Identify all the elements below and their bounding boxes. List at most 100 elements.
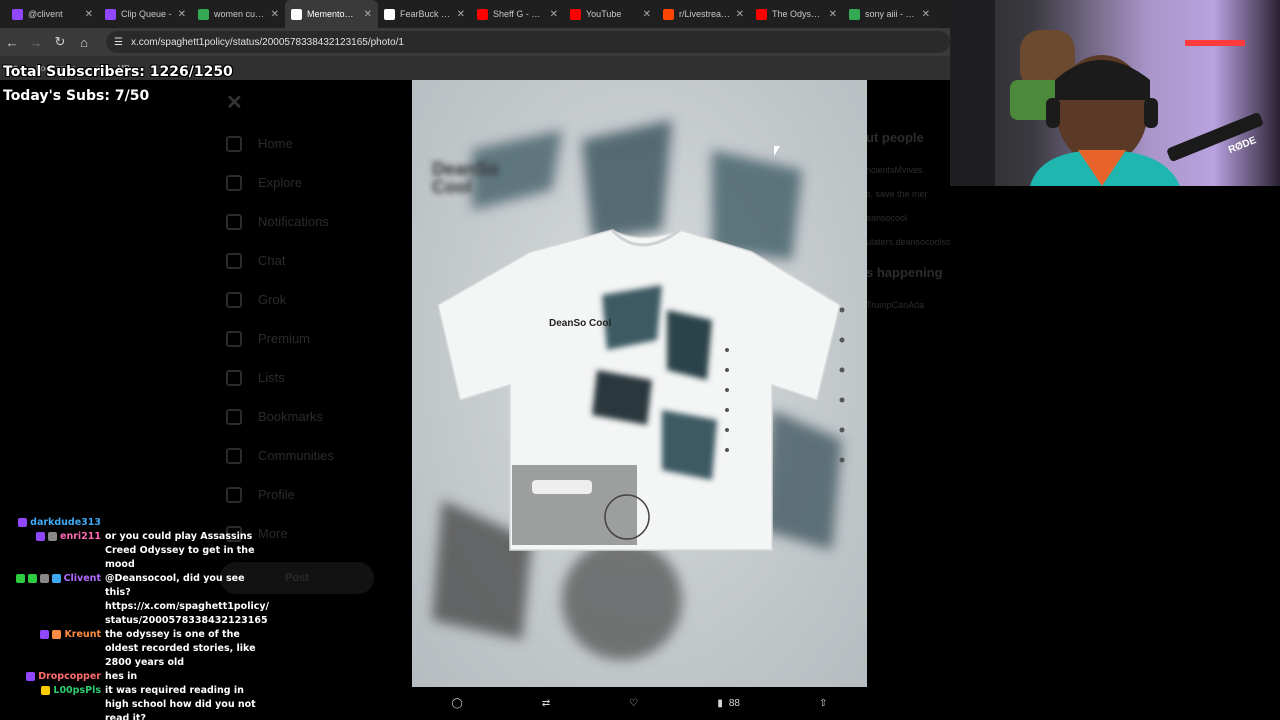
- x-nav-item-communities[interactable]: Communities: [226, 436, 334, 475]
- tab-close-icon[interactable]: ✕: [643, 9, 651, 20]
- chat-text: or you could play Assassins Creed Odysse…: [105, 531, 255, 570]
- tab-close-icon[interactable]: ✕: [178, 9, 186, 20]
- tab-title: FearBuck (@f: [400, 9, 452, 19]
- tab-favicon-icon: [570, 8, 581, 20]
- x-nav-label: Chat: [258, 253, 286, 268]
- svg-text:DeanSo: DeanSo: [432, 159, 499, 179]
- site-info-icon[interactable]: ☰: [114, 37, 123, 48]
- tab-close-icon[interactable]: ✕: [736, 9, 744, 20]
- x-nav-item-explore[interactable]: Explore: [226, 163, 334, 202]
- x-nav-label: Bookmarks: [258, 409, 324, 424]
- communities-icon: [226, 447, 242, 464]
- tab-favicon-icon: [12, 8, 23, 20]
- chat-badge-icon: [18, 518, 28, 527]
- chat-overlay: darkdude313 enri211 or you could play Assa…: [0, 516, 280, 720]
- chat-badge-icon: [36, 532, 46, 541]
- x-nav-item-lists[interactable]: Lists: [226, 358, 334, 397]
- chart-icon: ▮: [717, 697, 723, 709]
- chat-text: [105, 516, 280, 530]
- chat-username[interactable]: darkdude313: [30, 516, 101, 530]
- browser-tab[interactable]: Clip Queue - ✕: [99, 0, 192, 28]
- repost-icon: ⇄: [541, 697, 551, 709]
- x-nav-item-premium[interactable]: Premium: [226, 319, 334, 358]
- tab-favicon-icon: [198, 8, 209, 20]
- x-nav-item-bookmarks[interactable]: Bookmarks: [226, 397, 334, 436]
- chat-badge-icon: [15, 574, 25, 583]
- chat-username[interactable]: Dropcopper: [38, 670, 101, 684]
- whats-happening-heading: s happening: [866, 265, 943, 280]
- browser-tab[interactable]: FearBuck (@f ✕: [378, 0, 471, 28]
- chat-username[interactable]: Clivent: [64, 572, 101, 586]
- browser-tab[interactable]: sony aiii - Go ✕: [843, 0, 936, 28]
- tab-close-icon[interactable]: ✕: [550, 9, 558, 20]
- tab-title: YouTube: [586, 9, 622, 19]
- shirt-brand-text: DeanSo Cool: [549, 318, 611, 329]
- right-column-line: s, save the mer: [866, 189, 928, 199]
- chat-badge-icon: [41, 686, 51, 695]
- post-photo[interactable]: DeanSo Cool DeanSo Cool: [412, 80, 867, 687]
- chat-message: L00psPls it was required reading in high …: [0, 684, 280, 720]
- chat-badge-icon: [27, 574, 37, 583]
- x-nav-item-grok[interactable]: Grok: [226, 280, 334, 319]
- chat-username[interactable]: Kreunt: [64, 628, 101, 642]
- x-logo-icon[interactable]: ✕: [226, 90, 243, 115]
- x-nav-label: Communities: [258, 448, 334, 463]
- browser-tab[interactable]: YouTube ✕: [564, 0, 657, 28]
- chat-badge-icon: [48, 532, 58, 541]
- home-icon: [226, 135, 242, 152]
- x-nav-item-notifications[interactable]: Notifications: [226, 202, 334, 241]
- chat-username[interactable]: enri211: [60, 530, 101, 544]
- chat-badge-icon: [51, 574, 61, 583]
- tab-favicon-icon: [849, 8, 860, 20]
- explore-icon: [226, 174, 242, 191]
- views-count: 88: [728, 697, 740, 709]
- x-nav-item-chat[interactable]: Chat: [226, 241, 334, 280]
- forward-icon[interactable]: →: [24, 30, 48, 54]
- tab-favicon-icon: [105, 8, 116, 20]
- chat-text: hes in: [105, 671, 138, 682]
- browser-tab[interactable]: Sheff G - DAY ✕: [471, 0, 564, 28]
- tab-close-icon[interactable]: ✕: [364, 9, 372, 20]
- home-icon[interactable]: ⌂: [72, 30, 96, 54]
- browser-tab[interactable]: @clivent ✕: [6, 0, 99, 28]
- url-field[interactable]: ☰ x.com/spaghett1policy/status/200057833…: [106, 31, 950, 53]
- repost-button[interactable]: ⇄: [542, 698, 550, 709]
- chat-text: it was required reading in high school h…: [105, 685, 256, 720]
- right-column-line: TrumpCanAda: [866, 300, 925, 310]
- tab-close-icon[interactable]: ✕: [85, 9, 93, 20]
- post-action-bar: ◯ ⇄ ♡ ▮ 88 ⇧: [412, 690, 867, 716]
- reply-button[interactable]: ◯: [452, 698, 463, 709]
- tab-favicon-icon: [663, 8, 674, 20]
- browser-tab[interactable]: MementoVive ✕: [285, 0, 378, 28]
- like-button[interactable]: ♡: [629, 698, 638, 709]
- tab-title: The Odyssey: [772, 9, 824, 19]
- browser-tab[interactable]: women cup s ✕: [192, 0, 285, 28]
- back-icon[interactable]: ←: [0, 30, 24, 54]
- reload-icon[interactable]: ↻: [48, 30, 72, 54]
- x-right-column: ut people ncientsMvives s, save the mer …: [866, 130, 950, 324]
- chat-username[interactable]: L00psPls: [53, 684, 101, 698]
- tab-close-icon[interactable]: ✕: [457, 9, 465, 20]
- x-nav-label: Profile: [258, 487, 295, 502]
- browser-tab[interactable]: r/Livestreamf ✕: [657, 0, 750, 28]
- chat-badge-icon: [39, 574, 49, 583]
- tshirt-image: DeanSo Cool DeanSo Cool: [432, 120, 845, 660]
- tab-close-icon[interactable]: ✕: [271, 9, 279, 20]
- x-nav-label: Explore: [258, 175, 303, 190]
- x-nav-item-profile[interactable]: Profile: [226, 475, 334, 514]
- tab-favicon-icon: [291, 8, 302, 20]
- tab-close-icon[interactable]: ✕: [829, 9, 837, 20]
- browser-tab[interactable]: The Odyssey ✕: [750, 0, 843, 28]
- share-button[interactable]: ⇧: [819, 698, 827, 709]
- lists-icon: [226, 369, 242, 386]
- tab-title: r/Livestreamf: [679, 9, 731, 19]
- mouse-cursor-icon: [774, 146, 780, 156]
- chat-text: the odyssey is one of the oldest recorde…: [105, 629, 256, 668]
- tab-close-icon[interactable]: ✕: [922, 9, 930, 20]
- x-nav-item-home[interactable]: Home: [226, 124, 334, 163]
- tab-title: MementoVive: [307, 9, 359, 19]
- chat-badge-icon: [40, 630, 50, 639]
- right-column-line: eansocool: [866, 213, 908, 223]
- views-button[interactable]: ▮ 88: [717, 698, 740, 709]
- browser-address-bar: ← → ↻ ⌂ ☰ x.com/spaghett1policy/status/2…: [0, 28, 950, 56]
